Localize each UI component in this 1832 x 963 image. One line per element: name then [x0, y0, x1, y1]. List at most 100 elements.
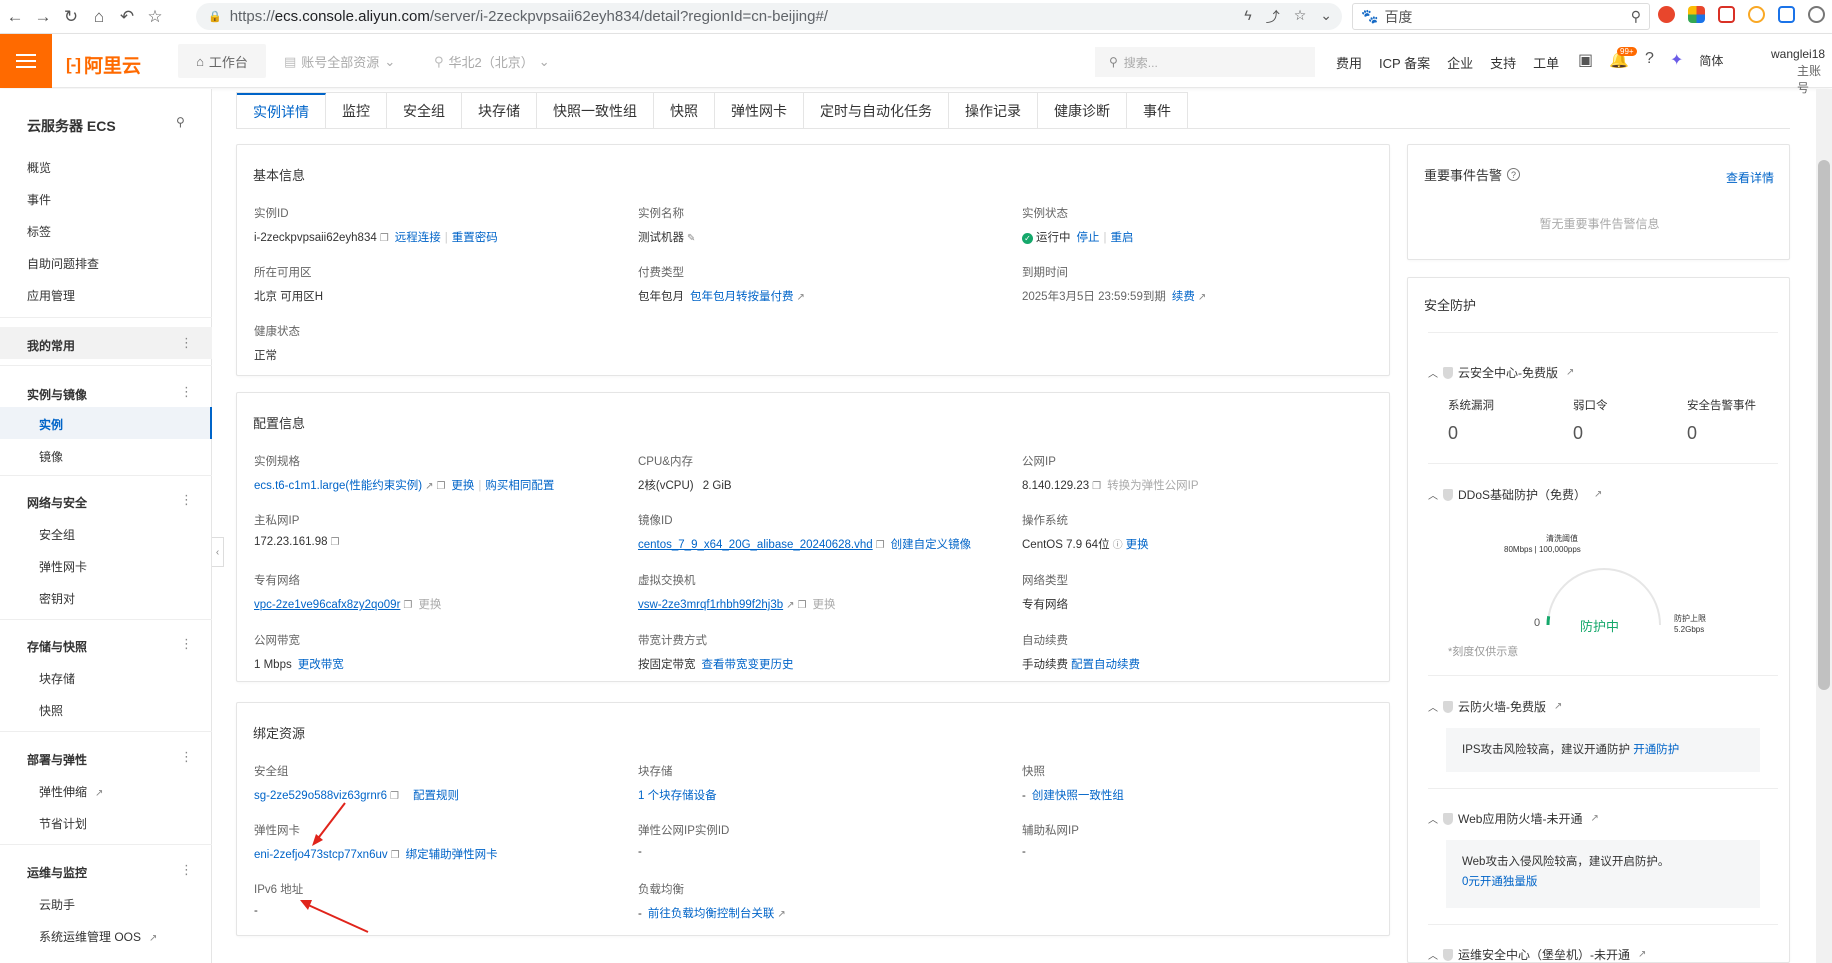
vpc-change-link[interactable]: 更换	[418, 599, 441, 611]
sidebar-group-network-security[interactable]: 网络与安全	[27, 494, 87, 511]
spec-link[interactable]: ecs.t6-c1m1.large(性能约束实例)	[254, 480, 422, 492]
sidebar-item-images[interactable]: 镜像	[39, 448, 63, 465]
reload-icon[interactable]: ↻	[58, 4, 84, 30]
help-icon[interactable]: ?	[1645, 50, 1654, 70]
events-more-link[interactable]: 查看详情	[1726, 169, 1774, 186]
sidebar-group-deploy-elastic[interactable]: 部署与弹性	[27, 751, 87, 768]
lightning-icon[interactable]: ϟ	[1244, 7, 1251, 27]
topbar-link-icp[interactable]: ICP 备案	[1379, 53, 1430, 72]
copy-icon[interactable]: ❐	[380, 233, 389, 244]
lb-console-link[interactable]: 前往负载均衡控制台关联	[648, 908, 775, 920]
os-change-link[interactable]: 更换	[1126, 539, 1149, 551]
waf-header[interactable]: ︿ Web应用防火墙-未开通 ↗	[1428, 810, 1599, 827]
eni-link[interactable]: eni-2zefjo473stcp77xn6uv	[254, 849, 388, 861]
restart-link[interactable]: 重启	[1111, 232, 1134, 244]
forward-icon[interactable]: →	[30, 4, 56, 30]
copy-icon[interactable]: ❐	[1092, 481, 1101, 492]
sidebar-item-security-groups[interactable]: 安全组	[39, 526, 75, 543]
browser-search-box[interactable]: 🐾 百度 ⚲	[1352, 3, 1650, 30]
tab-block-storage[interactable]: 块存储	[462, 93, 537, 128]
bind-eni-link[interactable]: 绑定辅助弹性网卡	[406, 849, 498, 861]
firewall-header[interactable]: ︿ 云防火墙-免费版 ↗	[1428, 698, 1562, 715]
ddos-header[interactable]: ︿ DDoS基础防护（免费） ↗	[1428, 486, 1602, 503]
bw-history-link[interactable]: 查看带宽变更历史	[702, 659, 794, 671]
workbench-button[interactable]: ⌂ 工作台	[178, 44, 266, 78]
extension-red-icon[interactable]	[1658, 6, 1675, 23]
reset-password-link[interactable]: 重置密码	[452, 232, 498, 244]
resource-group-select[interactable]: ▤ 账号全部资源 ⌄	[284, 52, 395, 71]
copy-icon[interactable]: ❐	[876, 540, 885, 551]
sidebar-item-auto-scaling[interactable]: 弹性伸缩 ↗	[39, 783, 103, 800]
extension-grid-icon[interactable]	[1688, 6, 1705, 23]
undo-icon[interactable]: ↶	[114, 4, 140, 30]
tab-operation-logs[interactable]: 操作记录	[949, 93, 1038, 128]
sidebar-item-instances[interactable]: 实例	[39, 416, 63, 433]
magnifier-icon[interactable]: ⚲	[1631, 8, 1641, 25]
sidebar-group-storage-snapshots[interactable]: 存储与快照	[27, 638, 87, 655]
security-center-header[interactable]: ︿ 云安全中心-免费版 ↗	[1428, 364, 1574, 381]
share-icon[interactable]: ⤴	[1266, 7, 1280, 27]
vswitch-change-link[interactable]: 更换	[812, 599, 835, 611]
image-link[interactable]: centos_7_9_x64_20G_alibase_20240628.vhd	[638, 539, 873, 551]
create-snapshot-group-link[interactable]: 创建快照一致性组	[1032, 790, 1124, 802]
tab-snapshots[interactable]: 快照	[654, 93, 715, 128]
create-image-link[interactable]: 创建自定义镜像	[891, 539, 972, 551]
buy-same-link[interactable]: 购买相同配置	[485, 480, 554, 492]
tab-events[interactable]: 事件	[1127, 93, 1188, 128]
stat-weak-passwords-value[interactable]: 0	[1573, 423, 1608, 444]
copy-icon[interactable]: ❐	[798, 600, 807, 611]
tab-instance-details[interactable]: 实例详情	[237, 93, 326, 128]
sidebar-search-icon[interactable]: ⚲	[176, 115, 185, 129]
sidebar-item-overview[interactable]: 概览	[27, 159, 51, 176]
topbar-link-fee[interactable]: 费用	[1336, 53, 1362, 72]
chevron-down-icon[interactable]: ⌄	[1320, 7, 1332, 27]
vswitch-link[interactable]: vsw-2ze3mrqf1rhbh99f2hj3b	[638, 599, 783, 611]
home-icon[interactable]: ⌂	[86, 4, 112, 30]
vpc-link[interactable]: vpc-2ze1ve96cafx8zy2qo09r	[254, 599, 400, 611]
console-search-input[interactable]: ⚲ 搜索...	[1095, 47, 1315, 77]
back-icon[interactable]: ←	[2, 4, 28, 30]
language-label[interactable]: 简体	[1699, 52, 1723, 70]
extension-crop-icon[interactable]	[1778, 6, 1795, 23]
menu-icon[interactable]	[0, 34, 52, 88]
topbar-link-support[interactable]: 支持	[1490, 53, 1516, 72]
copy-icon[interactable]: ❐	[390, 791, 399, 802]
bastion-header[interactable]: ︿ 运维安全中心（堡垒机）-未开通 ↗	[1428, 946, 1646, 962]
sidebar-item-troubleshoot[interactable]: 自助问题排查	[27, 255, 99, 272]
sidebar-group-instances-images[interactable]: 实例与镜像	[27, 386, 87, 403]
stop-link[interactable]: 停止	[1077, 232, 1100, 244]
billing-switch-link[interactable]: 包年包月转按量付费	[690, 291, 794, 303]
sidebar-group-ops-monitoring[interactable]: 运维与监控	[27, 864, 87, 881]
tab-health-diagnosis[interactable]: 健康诊断	[1038, 93, 1127, 128]
sidebar-item-key-pairs[interactable]: 密钥对	[39, 590, 75, 607]
more-dots-icon[interactable]: ⋮	[180, 636, 193, 652]
waf-enable-link[interactable]: 0元开通独量版	[1462, 872, 1744, 892]
tab-enis[interactable]: 弹性网卡	[715, 93, 804, 128]
more-dots-icon[interactable]: ⋮	[180, 384, 193, 400]
edit-pencil-icon[interactable]: ✎	[687, 233, 695, 244]
more-dots-icon[interactable]: ⋮	[180, 335, 193, 351]
sg-rules-link[interactable]: 配置规则	[413, 790, 459, 802]
bandwidth-change-link[interactable]: 更改带宽	[298, 659, 344, 671]
firewall-enable-link[interactable]: 开通防护	[1633, 744, 1679, 756]
extension-gear-icon[interactable]	[1808, 6, 1825, 23]
stat-alerts-value[interactable]: 0	[1687, 423, 1756, 444]
ai-assistant-icon[interactable]: ✦	[1670, 50, 1683, 70]
disk-link[interactable]: 1 个块存储设备	[638, 790, 717, 802]
address-bar[interactable]: 🔒 https://ecs.console.aliyun.com/server/…	[196, 3, 1342, 30]
sidebar-item-savings-plan[interactable]: 节省计划	[39, 815, 87, 832]
star-icon[interactable]: ☆	[1294, 7, 1307, 27]
tab-monitoring[interactable]: 监控	[326, 93, 387, 128]
tab-scheduled-tasks[interactable]: 定时与自动化任务	[804, 93, 949, 128]
aliyun-logo[interactable]: [-] 阿里云	[66, 51, 141, 78]
sidebar-item-tags[interactable]: 标签	[27, 223, 51, 240]
page-scrollbar-thumb[interactable]	[1818, 160, 1830, 690]
sidebar-item-oos[interactable]: 系统运维管理 OOS ↗	[39, 928, 157, 945]
tab-snapshot-consistency[interactable]: 快照一致性组	[537, 93, 654, 128]
region-select[interactable]: ⚲ 华北2（北京） ⌄	[434, 52, 550, 71]
stat-vulnerabilities-value[interactable]: 0	[1448, 423, 1494, 444]
copy-icon[interactable]: ❐	[331, 537, 340, 548]
extension-moon-icon[interactable]	[1748, 6, 1765, 23]
sidebar-collapse-handle[interactable]: ‹	[212, 537, 224, 567]
copy-icon[interactable]: ❐	[391, 850, 400, 861]
